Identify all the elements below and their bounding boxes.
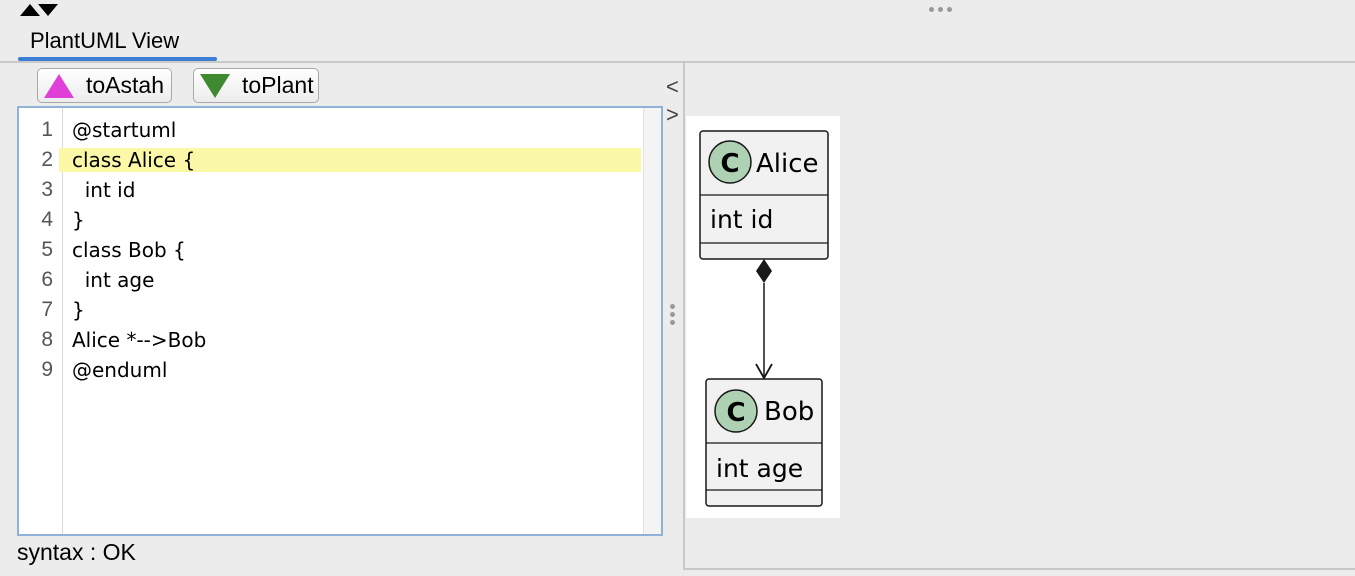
line-code[interactable]: Alice *-->Bob	[59, 328, 206, 352]
line-code[interactable]: class Bob {	[59, 238, 186, 262]
line-code[interactable]: }	[59, 208, 85, 232]
editor-line[interactable]: 5 class Bob {	[19, 235, 641, 265]
line-number: 6	[41, 268, 53, 291]
line-number: 8	[41, 328, 53, 351]
line-number: 3	[41, 178, 53, 201]
editor-line[interactable]: 6 int age	[19, 265, 641, 295]
panel-drag-handle[interactable]	[929, 7, 952, 12]
splitter-grip[interactable]	[670, 304, 675, 325]
to-astah-label: toAstah	[86, 72, 164, 98]
stereotype-letter: C	[720, 149, 739, 179]
uml-diagram: C Alice int id C Bob int age	[686, 116, 840, 518]
class-alice: C Alice int id	[699, 130, 829, 260]
to-plant-button[interactable]: toPlant	[193, 68, 319, 103]
editor-line[interactable]: 8 Alice *-->Bob	[19, 325, 641, 355]
line-code[interactable]: int id	[59, 178, 136, 202]
editor-line[interactable]: 9 @enduml	[19, 355, 641, 385]
editor-line[interactable]: 4}	[19, 205, 641, 235]
editor-line[interactable]: 2 class Alice {	[19, 145, 641, 175]
line-number: 1	[41, 118, 53, 141]
composition-diamond	[756, 259, 772, 283]
line-number: 9	[41, 358, 53, 381]
code-editor[interactable]: 1 @startuml 2 class Alice {3 int id 4} 5 class…	[17, 106, 663, 536]
composition-relation	[755, 259, 773, 380]
line-number: 7	[41, 298, 53, 321]
down-triangle-icon	[200, 73, 230, 98]
class-bob: C Bob int age	[705, 378, 823, 507]
stereotype-letter: C	[726, 398, 745, 428]
line-code[interactable]: @startuml	[59, 118, 176, 142]
class-attribute: int age	[716, 454, 803, 483]
line-number: 2	[41, 148, 53, 171]
to-plant-label: toPlant	[242, 72, 314, 98]
class-attribute: int id	[710, 205, 773, 234]
line-code[interactable]: int age	[59, 268, 155, 292]
collapse-right-icon[interactable]: >	[666, 102, 679, 128]
line-number: 4	[41, 208, 53, 231]
line-code[interactable]: @enduml	[59, 358, 167, 382]
class-name: Bob	[764, 397, 814, 427]
class-name: Alice	[756, 149, 819, 179]
to-astah-button[interactable]: toAstah	[37, 68, 172, 103]
editor-line[interactable]: 7}	[19, 295, 641, 325]
line-number: 5	[41, 238, 53, 261]
collapse-toggle-icon[interactable]	[20, 3, 58, 17]
line-code[interactable]: }	[59, 298, 85, 322]
editor-line[interactable]: 3 int id	[19, 175, 641, 205]
up-triangle-icon	[44, 73, 74, 98]
editor-scrollbar[interactable]	[643, 108, 661, 534]
syntax-status: syntax : OK	[17, 539, 136, 565]
line-code[interactable]: class Alice {	[59, 148, 641, 172]
editor-line[interactable]: 1 @startuml	[19, 115, 641, 145]
collapse-left-icon[interactable]: <	[666, 74, 679, 100]
